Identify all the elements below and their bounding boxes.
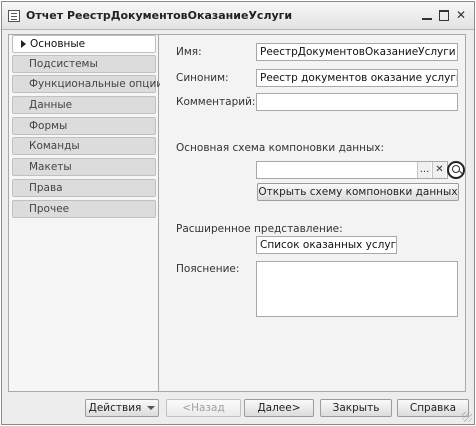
sidebar-item-label: Данные: [29, 99, 73, 111]
window-title: Отчет РеестрДокументовОказаниеУслуги: [26, 9, 293, 22]
schema-clear-button[interactable]: ✕: [432, 162, 446, 178]
bottom-toolbar: Действия <Назад Далее> Закрыть Справка: [2, 394, 474, 424]
comment-field[interactable]: [256, 93, 458, 111]
resize-grip-icon[interactable]: [462, 412, 472, 422]
search-icon[interactable]: [447, 161, 465, 179]
sidebar-item-data[interactable]: Данные: [12, 96, 156, 114]
sidebar-item-label: Команды: [29, 140, 80, 152]
sidebar-item-templates[interactable]: Макеты: [12, 158, 156, 176]
explanation-label: Пояснение:: [176, 263, 240, 275]
sidebar-item-label: Подсистемы: [29, 58, 98, 70]
schema-label: Основная схема компоновки данных:: [176, 142, 385, 154]
name-field[interactable]: РеестрДокументовОказаниеУслуги: [256, 43, 458, 61]
help-button[interactable]: Справка: [397, 399, 469, 417]
sidebar-item-label: Макеты: [29, 161, 72, 173]
name-label: Имя:: [176, 46, 202, 58]
explanation-field[interactable]: [256, 261, 458, 317]
triangle-right-icon: [21, 40, 26, 48]
schema-field[interactable]: ... ✕: [256, 161, 448, 179]
close-button[interactable]: Закрыть: [320, 399, 392, 417]
close-icon[interactable]: ✕: [454, 8, 468, 22]
actions-button-label: Действия: [88, 402, 142, 414]
sidebar: Основные Подсистемы Функциональные опции…: [9, 35, 163, 391]
sidebar-item-label: Прочее: [29, 203, 70, 215]
sidebar-item-functional-options[interactable]: Функциональные опции: [12, 75, 163, 93]
sidebar-item-label: Права: [29, 182, 63, 194]
sidebar-item-subsystems[interactable]: Подсистемы: [12, 55, 156, 73]
sidebar-item-label: Основные: [30, 38, 86, 50]
report-properties-window: Отчет РеестрДокументовОказаниеУслуги ✕ О…: [1, 1, 475, 425]
chevron-down-icon: [147, 406, 156, 410]
title-bar: Отчет РеестрДокументовОказаниеУслуги ✕: [2, 2, 474, 30]
report-icon: [8, 10, 20, 22]
sidebar-item-rights[interactable]: Права: [12, 179, 156, 197]
sidebar-item-forms[interactable]: Формы: [12, 117, 156, 135]
comment-label: Комментарий:: [176, 96, 256, 108]
sidebar-item-label: Функциональные опции: [29, 78, 164, 90]
properties-body: Основные Подсистемы Функциональные опции…: [8, 34, 466, 392]
sidebar-item-label: Формы: [29, 120, 68, 132]
actions-button[interactable]: Действия: [85, 399, 159, 417]
sidebar-item-other[interactable]: Прочее: [12, 200, 156, 218]
minimize-icon[interactable]: [420, 8, 434, 22]
extended-presentation-label: Расширенное представление:: [176, 223, 343, 235]
extended-presentation-field[interactable]: Список оказанных услуг: [256, 236, 397, 254]
maximize-icon[interactable]: [437, 8, 451, 22]
sidebar-item-commands[interactable]: Команды: [12, 137, 156, 155]
synonym-field[interactable]: Реестр документов оказание услуги: [256, 69, 458, 87]
schema-select-button[interactable]: ...: [417, 162, 431, 178]
open-schema-button[interactable]: Открыть схему компоновки данных: [257, 183, 459, 201]
main-form: Имя: РеестрДокументовОказаниеУслуги Сино…: [160, 35, 465, 391]
back-button[interactable]: <Назад: [166, 399, 241, 417]
next-button[interactable]: Далее>: [244, 399, 314, 417]
synonym-label: Синоним:: [176, 72, 229, 84]
sidebar-item-main[interactable]: Основные: [12, 35, 156, 53]
